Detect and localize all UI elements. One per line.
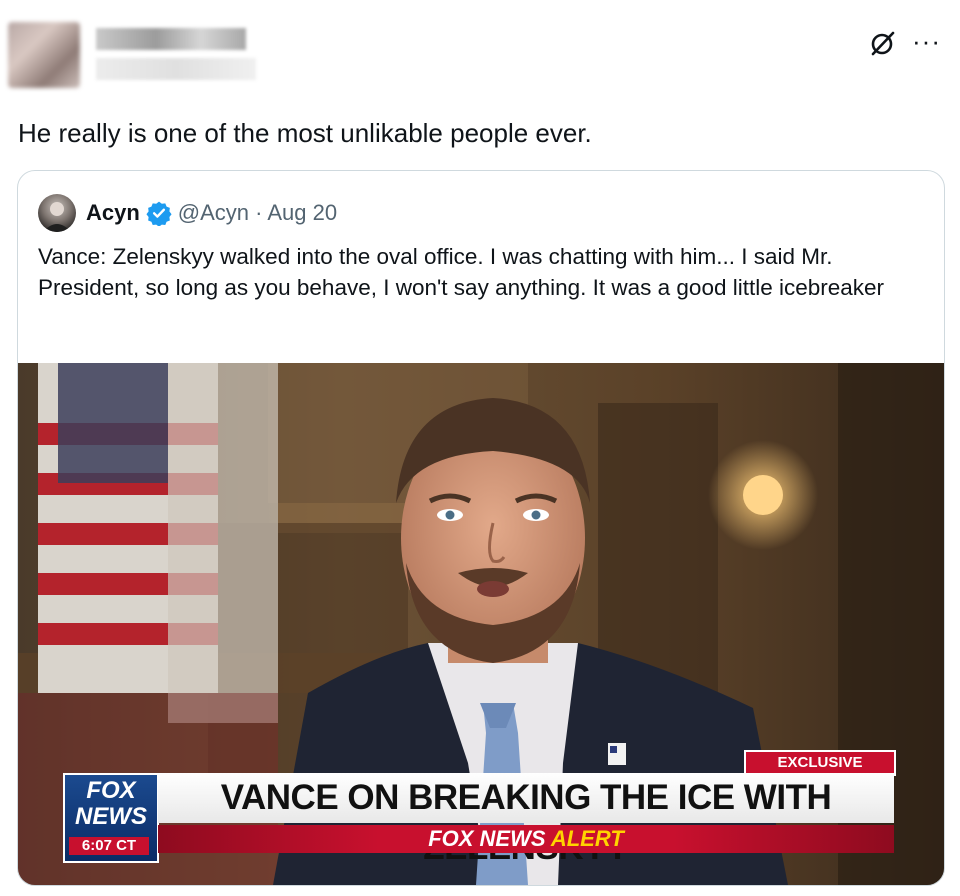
logo-fox-text: FOX — [86, 777, 136, 804]
quoted-author-name[interactable]: Acyn — [86, 200, 140, 226]
fox-news-logo: FOX NEWS 6:07 CT — [63, 773, 159, 863]
more-options-icon[interactable]: ··· — [912, 26, 952, 56]
logo-news-text: NEWS — [75, 803, 147, 830]
author-handle-blurred — [96, 58, 256, 80]
news-alert-bar: FOX NEWS ALERT — [158, 825, 894, 853]
quoted-author-avatar[interactable] — [38, 194, 76, 232]
chyron-headline: VANCE ON BREAKING THE ICE WITH ZELENSKYY — [158, 773, 894, 867]
quoted-post-card[interactable]: Acyn @Acyn · Aug 20 Vance: Zelenskyy wal… — [17, 170, 945, 886]
author-name-blurred[interactable] — [96, 28, 246, 50]
alert-word: ALERT — [550, 826, 624, 851]
grok-icon[interactable] — [868, 28, 898, 58]
video-media[interactable]: EXCLUSIVE FOX NEWS 6:07 CT VANCE ON BREA… — [18, 363, 944, 885]
post-text: He really is one of the most unlikable p… — [18, 118, 592, 148]
broadcast-time: 6:07 CT — [69, 837, 149, 855]
quoted-post-text: Vance: Zelenskyy walked into the oval of… — [38, 244, 885, 300]
alert-prefix: FOX NEWS — [428, 826, 546, 851]
post-header: ··· — [0, 0, 960, 100]
quoted-author-handle-date: @Acyn · Aug 20 — [177, 200, 338, 225]
quoted-post-header: Acyn @Acyn · Aug 20 — [38, 193, 337, 233]
author-avatar-blurred[interactable] — [8, 22, 80, 88]
verified-badge-icon — [146, 201, 172, 226]
